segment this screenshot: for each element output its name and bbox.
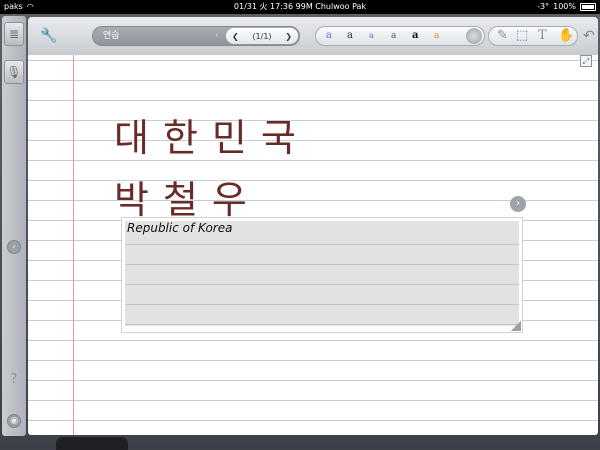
palette-icon[interactable]	[466, 28, 482, 44]
page-nav: ❮ (1/1) ❯	[226, 28, 298, 44]
tool-selector: ✎ ⬚ T ✋	[488, 26, 578, 46]
font-sample-4[interactable]: a	[391, 27, 396, 45]
font-sample-3[interactable]: a	[369, 27, 374, 45]
prev-page-button[interactable]: ❮	[232, 32, 239, 41]
text-box-menu-button[interactable]: ›	[510, 196, 526, 212]
resize-handle[interactable]	[511, 321, 521, 331]
microphone-button[interactable]: 🎙	[4, 60, 24, 84]
undo-icon[interactable]: ↶	[583, 27, 595, 45]
left-rail: ≣ 🎙 › ? ◉	[2, 16, 26, 436]
toolbar: 🔧 연습 ‹ ❮ (1/1) ❯ a a a a a a ✎ ⬚ T ✋ ↶	[28, 17, 598, 55]
status-bar: paks ◠ 01/31 火 17:36 99M Chulwoo Pak -3°…	[0, 0, 600, 14]
font-sample-1[interactable]: a	[326, 27, 332, 45]
next-page-button[interactable]: ❯	[285, 32, 292, 41]
handwriting-line-2: 박철우	[114, 178, 261, 222]
circle-arrow-icon: ›	[12, 242, 16, 252]
text-tool-icon[interactable]: T	[538, 27, 547, 45]
notebook-list-button[interactable]: ≣	[4, 22, 24, 46]
note-page[interactable]: ⤢ 대한민국 박철우 Republic of Korea ›	[28, 55, 598, 435]
font-style-bar: a a a a a a	[315, 26, 485, 46]
left-chevron-icon[interactable]: ‹	[215, 27, 219, 45]
gear-icon: ◉	[10, 416, 18, 426]
lasso-select-icon[interactable]: ⬚	[516, 27, 528, 45]
wrench-icon[interactable]: 🔧	[40, 27, 57, 45]
microphone-icon: 🎙	[6, 65, 22, 79]
battery-percent: 100%	[553, 2, 576, 11]
notebook-name: 연습	[103, 31, 120, 41]
hand-icon[interactable]: ✋	[558, 27, 574, 45]
text-box[interactable]: Republic of Korea ›	[121, 196, 526, 333]
text-box-body	[125, 221, 519, 326]
bottom-tab-handle	[56, 437, 128, 450]
settings-button[interactable]: ◉	[7, 414, 21, 428]
font-sample-2[interactable]: a	[347, 27, 353, 45]
status-center-text: 01/31 火 17:36 99M Chulwoo Pak	[233, 2, 367, 11]
signal-text: -3°	[537, 2, 550, 11]
battery-icon	[580, 3, 596, 11]
page-indicator: (1/1)	[252, 31, 272, 41]
font-sample-5[interactable]: a	[412, 27, 418, 45]
font-sample-6[interactable]: a	[434, 27, 439, 45]
rail-scroll-button[interactable]: ›	[7, 240, 21, 254]
handwriting-line-1: 대한민국	[114, 116, 310, 160]
list-icon: ≣	[8, 27, 20, 41]
text-box-content: Republic of Korea	[127, 221, 233, 235]
expand-page-button[interactable]: ⤢	[580, 55, 592, 67]
help-button[interactable]: ?	[6, 372, 22, 387]
page-selector[interactable]: 연습 ‹ ❮ (1/1) ❯	[92, 26, 300, 46]
margin-line	[73, 55, 74, 435]
eraser-icon[interactable]: ✎	[497, 27, 508, 45]
